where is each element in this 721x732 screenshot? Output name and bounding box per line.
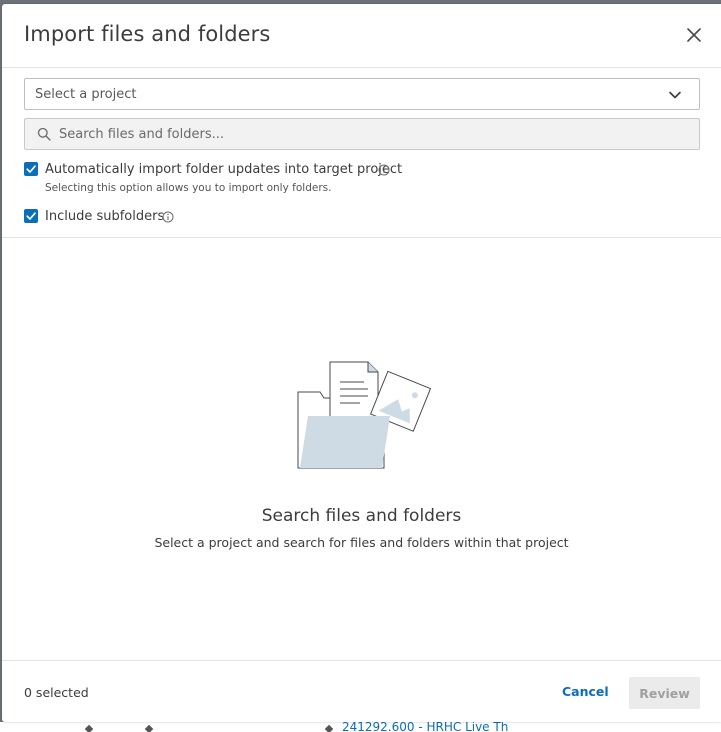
auto-import-checkbox[interactable] (24, 162, 38, 176)
info-icon[interactable] (378, 164, 390, 176)
close-icon (687, 28, 701, 42)
background-marker-icon (84, 724, 94, 732)
checkmark-icon (26, 212, 36, 220)
cancel-button[interactable]: Cancel (562, 684, 609, 699)
include-subfolders-label: Include subfolders (45, 209, 165, 224)
divider (2, 237, 721, 238)
close-button[interactable] (685, 26, 703, 44)
dialog-title: Import files and folders (24, 22, 271, 46)
empty-state-subtitle: Select a project and search for files an… (154, 535, 569, 550)
dialog-header: Import files and folders (2, 4, 721, 68)
search-input[interactable] (57, 119, 677, 149)
import-dialog: Import files and folders Select a projec… (2, 4, 721, 722)
project-select[interactable]: Select a project (24, 78, 700, 110)
project-select-placeholder: Select a project (35, 87, 137, 102)
chevron-down-icon (669, 91, 681, 99)
auto-import-helper-text: Selecting this option allows you to impo… (45, 182, 332, 194)
info-icon[interactable] (162, 211, 174, 223)
background-marker-icon (144, 724, 154, 732)
background-marker-icon (324, 724, 334, 732)
include-subfolders-checkbox[interactable] (24, 209, 38, 223)
search-field[interactable] (24, 118, 700, 150)
footer-divider (2, 660, 721, 661)
checkmark-icon (26, 165, 36, 173)
background-project-link[interactable]: 241292.600 - HRHC Live Th (342, 722, 508, 732)
search-icon (37, 127, 51, 141)
empty-state-title: Search files and folders (261, 506, 462, 526)
files-and-folder-illustration (297, 361, 432, 469)
auto-import-label: Automatically import folder updates into… (45, 162, 403, 177)
background-page: 241292.600 - HRHC Live Th (0, 722, 721, 732)
selected-count: 0 selected (24, 685, 89, 700)
review-button[interactable]: Review (629, 677, 700, 709)
